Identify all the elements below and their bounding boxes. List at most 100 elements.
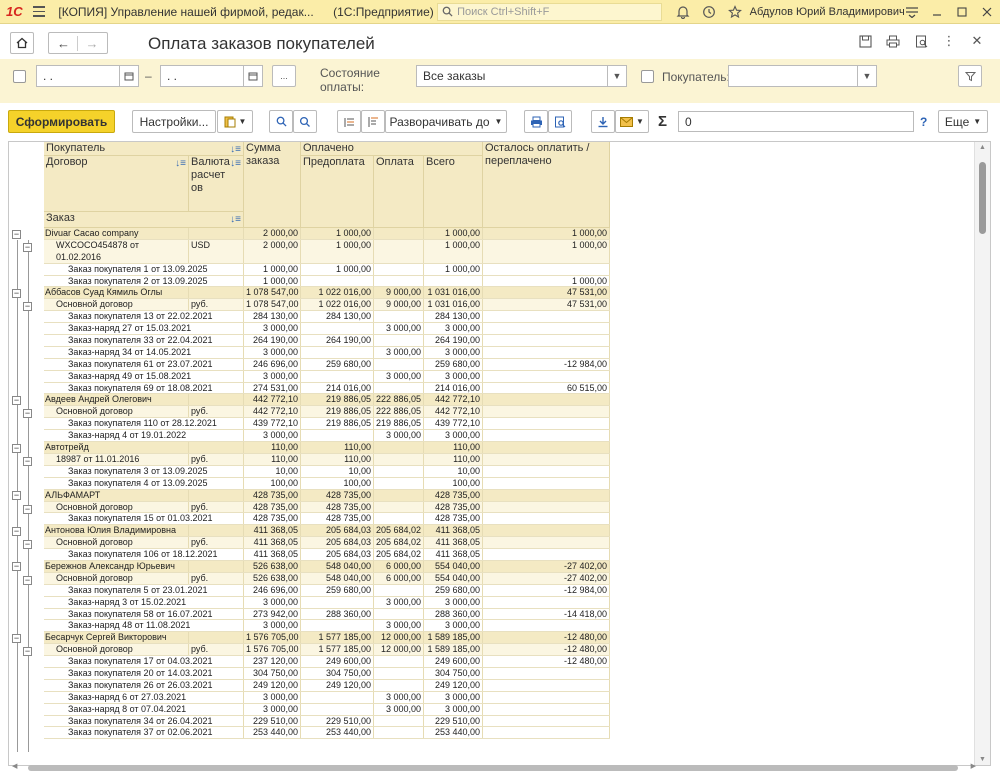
cell-pay[interactable] <box>374 584 424 596</box>
notifications-bell-icon[interactable] <box>674 3 692 21</box>
cell-tot[interactable]: 3 000,00 <box>424 703 483 715</box>
cell-tot[interactable]: 554 040,00 <box>424 560 483 572</box>
cell-tot[interactable]: 3 000,00 <box>424 346 483 358</box>
cell-tot[interactable]: 428 735,00 <box>424 501 483 513</box>
customer-checkbox[interactable] <box>641 70 654 83</box>
minimize-icon[interactable] <box>925 0 950 24</box>
generate-report-button[interactable]: Сформировать <box>8 110 115 133</box>
forward-arrow-icon[interactable]: → <box>78 36 106 51</box>
cell-pay[interactable] <box>374 513 424 525</box>
cell-pre[interactable]: 249 120,00 <box>301 679 374 691</box>
cell-tot[interactable]: 1 000,00 <box>424 239 483 263</box>
cell-rem[interactable] <box>483 263 610 275</box>
cell-tot[interactable]: 1 589 185,00 <box>424 632 483 644</box>
cell-sum[interactable]: 1 078 547,00 <box>244 287 301 299</box>
cell-pay[interactable]: 3 000,00 <box>374 620 424 632</box>
cell-name[interactable]: Заказ покупателя 1 от 13.09.2025 <box>44 263 244 275</box>
order-row[interactable]: Заказ-наряд 3 от 15.02.2021 3 000,00 3 000… <box>9 596 975 609</box>
order-row[interactable]: Заказ покупателя 26 от 26.03.2021 249 120… <box>9 679 975 692</box>
favorites-star-icon[interactable] <box>726 3 744 21</box>
col-payment[interactable]: Оплата <box>374 156 424 228</box>
cell-name[interactable]: 18987 от 11.01.2016 <box>44 453 189 465</box>
cell-tot[interactable]: 3 000,00 <box>424 430 483 442</box>
cell-name[interactable]: Заказ покупателя 34 от 26.04.2021 <box>44 715 244 727</box>
cell-tot[interactable]: 304 750,00 <box>424 667 483 679</box>
cell-sum[interactable]: 237 120,00 <box>244 656 301 667</box>
order-row[interactable]: Заказ-наряд 27 от 15.03.2021 3 000,00 3 00… <box>9 323 975 336</box>
cell-name[interactable]: Основной договор <box>44 501 189 513</box>
customer-group-row[interactable]: − Антонова Юлия Владимировна 411 368,05 205… <box>9 525 975 538</box>
cell-pre[interactable]: 1 000,00 <box>301 228 374 239</box>
cell-sum[interactable]: 411 368,05 <box>244 525 301 537</box>
cell-rem[interactable]: 60 515,00 <box>483 382 610 394</box>
period-checkbox[interactable] <box>13 70 26 83</box>
scroll-thumb[interactable] <box>979 162 986 234</box>
cell-rem[interactable] <box>483 323 610 335</box>
cell-pay[interactable]: 3 000,00 <box>374 370 424 382</box>
cell-tot[interactable]: 288 360,00 <box>424 608 483 620</box>
order-row[interactable]: Заказ покупателя 37 от 02.06.2021 253 440… <box>9 727 975 740</box>
cell-name[interactable]: Заказ покупателя 2 от 13.09.2025 <box>44 275 244 287</box>
cell-sum[interactable]: 3 000,00 <box>244 596 301 608</box>
cell-rem[interactable] <box>483 442 610 453</box>
cell-pre[interactable] <box>301 370 374 382</box>
cell-name[interactable]: Заказ-наряд 6 от 27.03.2021 <box>44 691 244 703</box>
cell-pay[interactable] <box>374 275 424 287</box>
cell-sum[interactable]: 1 576 705,00 <box>244 632 301 644</box>
order-row[interactable]: Заказ-наряд 48 от 11.08.2021 3 000,00 3 00… <box>9 620 975 633</box>
customer-field[interactable] <box>728 65 858 87</box>
contract-group-row[interactable]: − Основной договор руб. 1 078 547,00 1 022 0… <box>9 299 975 312</box>
cell-pay[interactable] <box>374 358 424 370</box>
cell-pre[interactable]: 110,00 <box>301 442 374 453</box>
help-icon[interactable]: ? <box>920 115 927 129</box>
cell-sum[interactable]: 110,00 <box>244 442 301 453</box>
cell-name[interactable]: Заказ покупателя 26 от 26.03.2021 <box>44 679 244 691</box>
order-row[interactable]: Заказ покупателя 5 от 23.01.2021 246 696,… <box>9 584 975 597</box>
cell-pay[interactable] <box>374 311 424 323</box>
col-prepay[interactable]: Предоплата <box>301 156 374 228</box>
cell-sum[interactable]: 3 000,00 <box>244 430 301 442</box>
collapse-group-icon[interactable]: − <box>12 288 21 298</box>
order-row[interactable]: Заказ-наряд 8 от 07.04.2021 3 000,00 3 000… <box>9 703 975 716</box>
cell-rem[interactable]: -12 480,00 <box>483 632 610 644</box>
cell-pre[interactable]: 428 735,00 <box>301 501 374 513</box>
order-row[interactable]: Заказ покупателя 3 от 13.09.2025 10,00 10,… <box>9 465 975 478</box>
cell-name[interactable]: Заказ покупателя 61 от 23.07.2021 <box>44 358 244 370</box>
order-row[interactable]: Заказ покупателя 15 от 01.03.2021 428 735… <box>9 513 975 526</box>
cell-sum[interactable]: 1 078 547,00 <box>244 299 301 311</box>
cell-name[interactable]: Заказ-наряд 8 от 07.04.2021 <box>44 703 244 715</box>
order-row[interactable]: Заказ покупателя 4 от 13.09.2025 100,00 10… <box>9 477 975 490</box>
contract-group-row[interactable]: − WXCOCO454878 от 01.02.2016 USD 2 000,00 1 … <box>9 239 975 264</box>
customer-group-row[interactable]: − Аббасов Суад Кямиль Оглы 1 078 547,00 1 0… <box>9 287 975 300</box>
cell-rem[interactable] <box>483 549 610 560</box>
col-currency[interactable]: Валюта расчетов ↓≡ <box>189 156 244 212</box>
cell-tot[interactable]: 110,00 <box>424 442 483 453</box>
cell-pre[interactable]: 219 886,05 <box>301 418 374 430</box>
cell-sum[interactable]: 3 000,00 <box>244 370 301 382</box>
cell-sum[interactable]: 428 735,00 <box>244 513 301 525</box>
cell-sum[interactable]: 442 772,10 <box>244 394 301 406</box>
contract-group-row[interactable]: − Основной договор руб. 411 368,05 205 684,0… <box>9 537 975 550</box>
order-row[interactable]: Заказ покупателя 13 от 22.02.2021 284 130… <box>9 311 975 324</box>
cell-rem[interactable] <box>483 667 610 679</box>
cell-sum[interactable]: 439 772,10 <box>244 418 301 430</box>
cell-rem[interactable] <box>483 406 610 418</box>
cell-tot[interactable]: 100,00 <box>424 477 483 489</box>
cell-pre[interactable]: 259 680,00 <box>301 358 374 370</box>
cell-pay[interactable]: 205 684,02 <box>374 549 424 560</box>
cell-pay[interactable] <box>374 608 424 620</box>
vertical-scrollbar[interactable]: ▲ ▼ <box>974 142 990 765</box>
cell-name[interactable]: Заказ покупателя 69 от 18.08.2021 <box>44 382 244 394</box>
cell-tot[interactable]: 442 772,10 <box>424 406 483 418</box>
more-vertical-icon[interactable]: ⋮ <box>940 32 958 50</box>
cell-name[interactable]: Заказ-наряд 4 от 19.01.2022 <box>44 430 244 442</box>
cell-pay[interactable] <box>374 263 424 275</box>
current-user[interactable]: Абдулов Юрий Владимирович <box>750 6 905 18</box>
cell-rem[interactable]: -12 984,00 <box>483 584 610 596</box>
col-order[interactable]: Заказ ↓≡ <box>44 212 244 228</box>
cell-name[interactable]: Основной договор <box>44 299 189 311</box>
settings-menu-icon[interactable] <box>900 0 925 24</box>
sum-field[interactable]: 0 <box>678 111 914 132</box>
cell-sum[interactable]: 428 735,00 <box>244 489 301 501</box>
chevron-down-icon[interactable]: ▼ <box>607 65 627 87</box>
